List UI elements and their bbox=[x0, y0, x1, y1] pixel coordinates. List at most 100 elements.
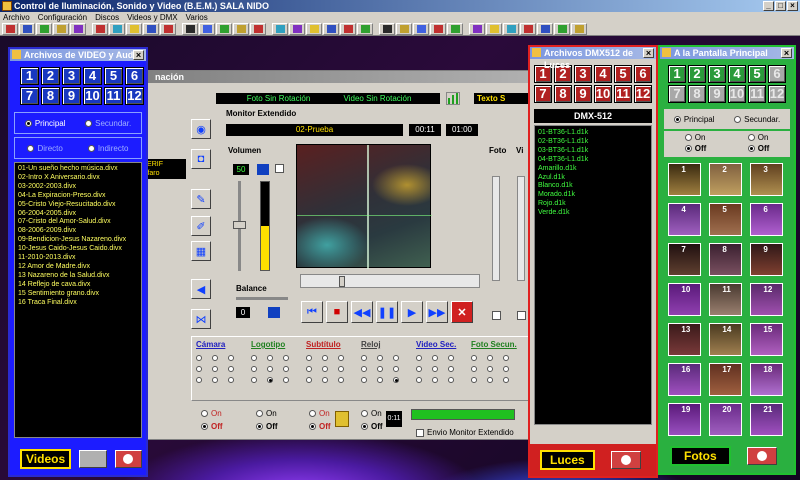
foto-checkbox[interactable] bbox=[492, 311, 501, 320]
bowtie-button[interactable]: ⋈ bbox=[191, 309, 211, 329]
volume-slider-thumb[interactable] bbox=[233, 221, 246, 229]
photo-button-2[interactable]: 2 bbox=[688, 65, 706, 83]
toolbar-button[interactable] bbox=[340, 23, 356, 35]
list-item[interactable]: 09-Bendicion-Jesus Nazareno.divx bbox=[18, 236, 138, 245]
toolbar-button[interactable] bbox=[250, 23, 266, 35]
video-button-9[interactable]: 9 bbox=[62, 87, 81, 105]
camara-on-radio[interactable]: On bbox=[201, 409, 223, 418]
dmx-button-6[interactable]: 6 bbox=[634, 65, 652, 83]
list-item[interactable]: 15 Sentimiento grano.divx bbox=[18, 290, 138, 299]
toolbar-button[interactable] bbox=[520, 23, 536, 35]
photo-button-11[interactable]: 11 bbox=[748, 85, 766, 103]
toolbar-button[interactable] bbox=[306, 23, 322, 35]
photo-thumbnail[interactable]: 21 bbox=[750, 403, 783, 436]
photo-button-7[interactable]: 7 bbox=[668, 85, 686, 103]
toolbar-button[interactable] bbox=[272, 23, 288, 35]
pantalla-off-radio-1[interactable]: Off bbox=[684, 144, 706, 153]
subtitulo-position-grid[interactable] bbox=[306, 355, 352, 383]
list-item[interactable]: Azul.d1k bbox=[538, 174, 648, 183]
envio-monitor-checkbox[interactable]: Envio Monitor Extendido bbox=[416, 428, 514, 437]
photo-button-4[interactable]: 4 bbox=[728, 65, 746, 83]
pantalla-secundar-radio[interactable]: Secundar. bbox=[734, 115, 780, 124]
photo-button-6[interactable]: 6 bbox=[768, 65, 786, 83]
dmx-button-5[interactable]: 5 bbox=[614, 65, 632, 83]
list-item[interactable]: 04-La Expiracion-Preso.divx bbox=[18, 192, 138, 201]
close-media-button[interactable]: ✕ bbox=[451, 301, 473, 323]
toolbar-button[interactable] bbox=[233, 23, 249, 35]
camara-position-grid[interactable] bbox=[196, 355, 242, 383]
photo-button-10[interactable]: 10 bbox=[728, 85, 746, 103]
list-item[interactable]: 07-Cristo del Amor-Salud.divx bbox=[18, 218, 138, 227]
toolbar-button[interactable] bbox=[486, 23, 502, 35]
photo-thumbnail[interactable]: 17 bbox=[709, 363, 742, 396]
list-item[interactable]: Morado.d1k bbox=[538, 191, 648, 200]
list-item[interactable]: Blanco.d1k bbox=[538, 182, 648, 191]
list-item[interactable]: 01-Un sueño hecho música.divx bbox=[18, 165, 138, 174]
list-item[interactable]: 08-2006-2009.divx bbox=[18, 227, 138, 236]
photo-thumbnail[interactable]: 12 bbox=[750, 283, 783, 316]
photo-button-1[interactable]: 1 bbox=[668, 65, 686, 83]
menu-archivo[interactable]: Archivo bbox=[3, 12, 30, 23]
photo-thumbnail[interactable]: 8 bbox=[709, 243, 742, 276]
photo-thumbnail[interactable]: 10 bbox=[668, 283, 701, 316]
video-off-button[interactable] bbox=[114, 450, 142, 468]
photo-thumbnail[interactable]: 14 bbox=[709, 323, 742, 356]
dmx-button-7[interactable]: 7 bbox=[534, 85, 552, 103]
dmx-button-8[interactable]: 8 bbox=[554, 85, 572, 103]
maximize-button[interactable]: □ bbox=[775, 1, 786, 11]
toolbar-button[interactable] bbox=[216, 23, 232, 35]
play-button[interactable]: ▶ bbox=[401, 301, 423, 323]
directo-radio[interactable]: Directo bbox=[27, 144, 63, 153]
toolbar-button[interactable] bbox=[199, 23, 215, 35]
dmx-button-9[interactable]: 9 bbox=[574, 85, 592, 103]
video-button-10[interactable]: 10 bbox=[83, 87, 102, 105]
close-button[interactable]: × bbox=[787, 1, 798, 11]
photo-thumbnail[interactable]: 11 bbox=[709, 283, 742, 316]
subtitulo-on-radio[interactable]: On bbox=[309, 409, 331, 418]
list-item[interactable]: 04-BT36-L1.d1k bbox=[538, 156, 648, 165]
volume-checkbox[interactable] bbox=[275, 164, 284, 173]
list-item[interactable]: 11-2010-2013.divx bbox=[18, 254, 138, 263]
pantalla-on-radio-1[interactable]: On bbox=[684, 133, 707, 142]
stop-button[interactable]: ■ bbox=[326, 301, 348, 323]
photo-button-5[interactable]: 5 bbox=[748, 65, 766, 83]
photo-button-8[interactable]: 8 bbox=[688, 85, 706, 103]
video-button-5[interactable]: 5 bbox=[104, 67, 123, 85]
toolbar-button[interactable] bbox=[503, 23, 519, 35]
dmx-button-12[interactable]: 12 bbox=[634, 85, 652, 103]
video-button-12[interactable]: 12 bbox=[125, 87, 144, 105]
logotipo-on-radio[interactable]: On bbox=[256, 409, 278, 418]
photo-thumbnail[interactable]: 9 bbox=[750, 243, 783, 276]
list-item[interactable]: 05-Cristo Viejo-Resucitado.divx bbox=[18, 201, 138, 210]
video-sec-position-grid[interactable] bbox=[416, 355, 462, 383]
toolbar-button[interactable] bbox=[53, 23, 69, 35]
list-item[interactable]: Rojo.d1k bbox=[538, 200, 648, 209]
list-item[interactable]: 14 Reflejo de cava.divx bbox=[18, 281, 138, 290]
toolbar-button[interactable] bbox=[109, 23, 125, 35]
toolbar-button[interactable] bbox=[2, 23, 18, 35]
logotipo-off-radio[interactable]: Off bbox=[256, 422, 278, 431]
balance-reset-icon[interactable] bbox=[268, 307, 280, 318]
pantalla-off-radio-2[interactable]: Off bbox=[747, 144, 769, 153]
toolbar-button[interactable] bbox=[430, 23, 446, 35]
pantalla-on-radio-2[interactable]: On bbox=[747, 133, 770, 142]
speaker-button[interactable]: ◀ bbox=[191, 279, 211, 299]
list-item[interactable]: 12 Amor de Madre.divx bbox=[18, 263, 138, 272]
video-window-close-button[interactable]: × bbox=[133, 50, 144, 60]
pause-button[interactable]: ❚❚ bbox=[376, 301, 398, 323]
toolbar-button[interactable] bbox=[36, 23, 52, 35]
vi-checkbox[interactable] bbox=[517, 311, 526, 320]
list-item[interactable]: 03-BT36-L1.d1k bbox=[538, 147, 648, 156]
photo-thumbnail[interactable]: 1 bbox=[668, 163, 701, 196]
toolbar-button[interactable] bbox=[92, 23, 108, 35]
video-button-8[interactable]: 8 bbox=[41, 87, 60, 105]
pencil-edit-icon[interactable] bbox=[335, 411, 349, 427]
draw-button[interactable]: ✐ bbox=[191, 216, 211, 236]
toolbar-button[interactable] bbox=[126, 23, 142, 35]
photo-thumbnail[interactable]: 13 bbox=[668, 323, 701, 356]
toolbar-button[interactable] bbox=[289, 23, 305, 35]
dmx-button-3[interactable]: 3 bbox=[574, 65, 592, 83]
dmx-window-close-button[interactable]: × bbox=[643, 48, 654, 58]
edit-button[interactable]: ▦ bbox=[191, 241, 211, 261]
reloj-off-radio[interactable]: Off bbox=[361, 422, 383, 431]
